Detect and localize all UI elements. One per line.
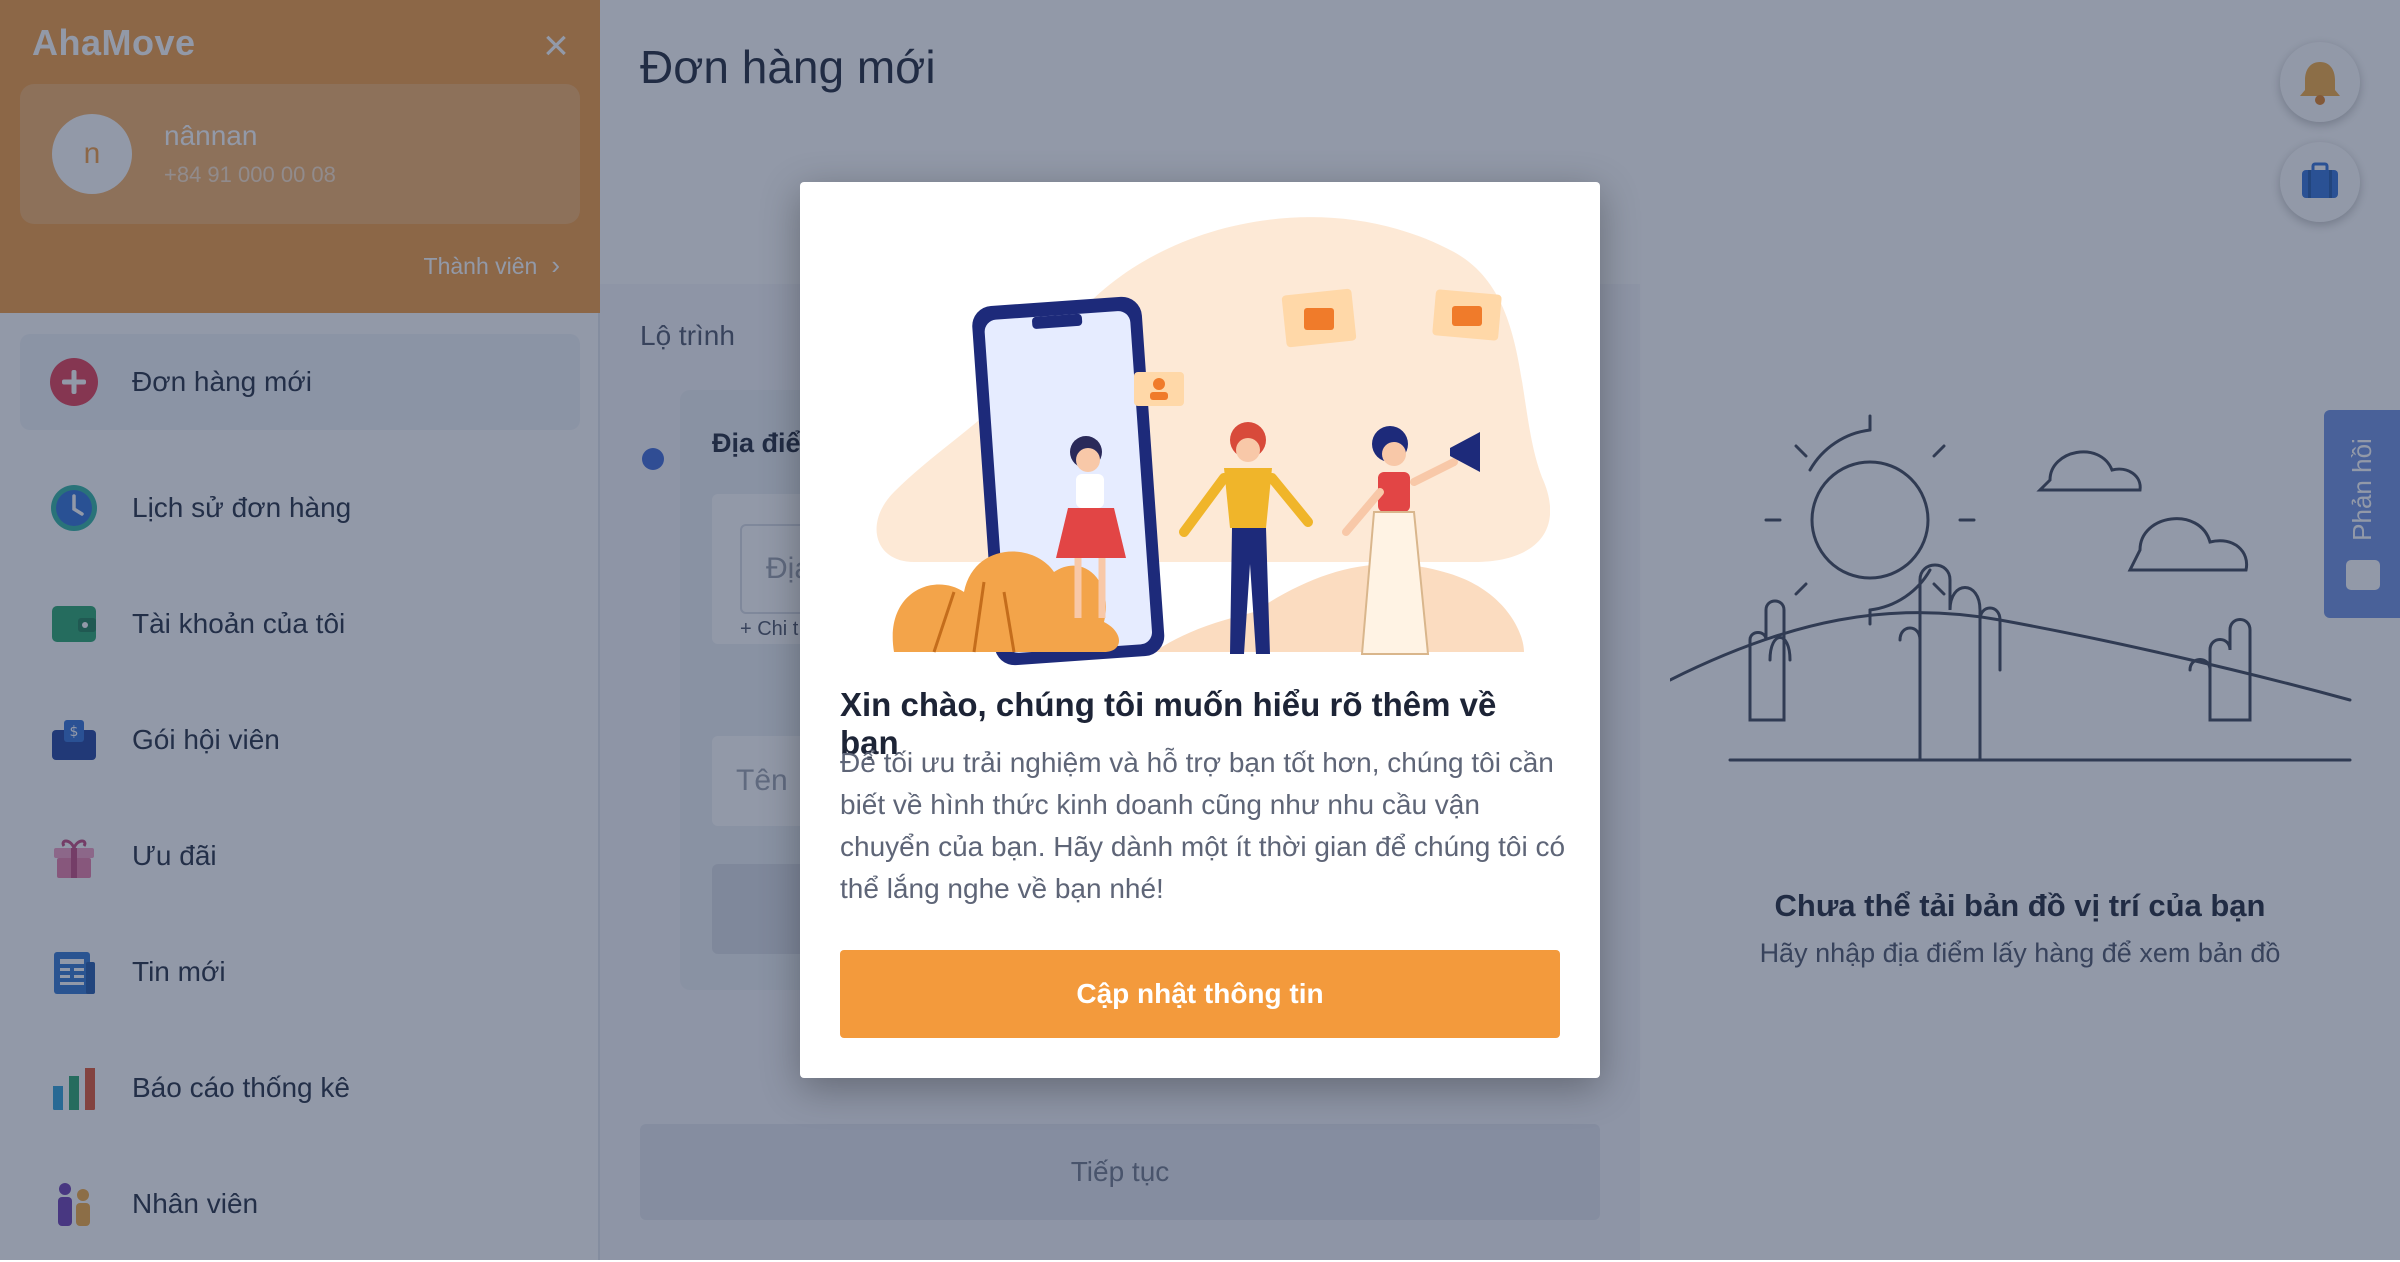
- welcome-modal: Xin chào, chúng tôi muốn hiểu rõ thêm về…: [800, 182, 1600, 1078]
- modal-body: Để tối ưu trải nghiệm và hỗ trợ bạn tốt …: [840, 747, 1566, 904]
- update-info-button[interactable]: Cập nhật thông tin: [840, 950, 1560, 1038]
- welcome-illustration: [876, 217, 1550, 666]
